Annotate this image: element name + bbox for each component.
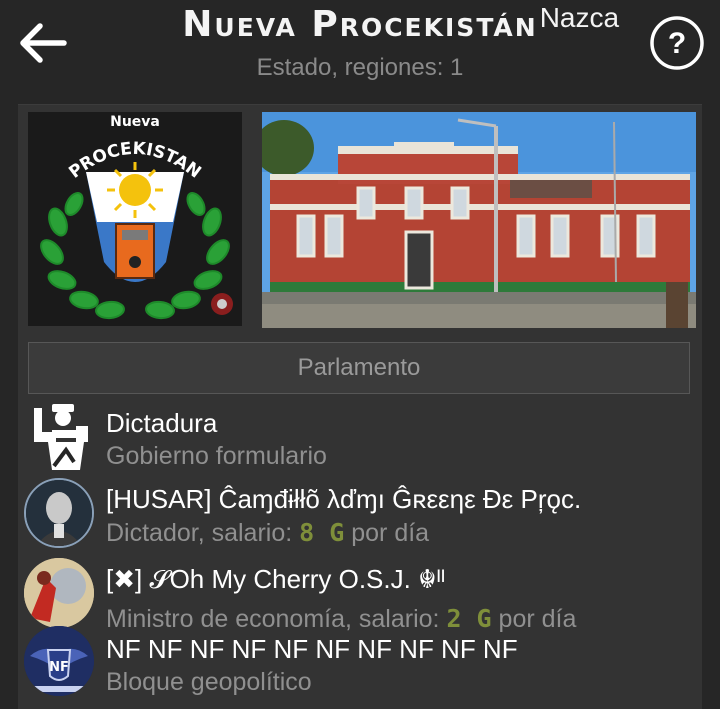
bloc-label: Bloque geopolítico [106,668,312,696]
guillotine-icon [115,223,155,279]
state-photo[interactable] [262,112,696,328]
government-type: Dictadura [106,408,218,438]
bloc-logo-text: NF [49,660,69,675]
help-button[interactable]: ? [648,14,706,72]
dictator-salary: 8 G [299,518,345,547]
dictator-podium-icon [30,402,92,472]
parliament-button[interactable]: Parlamento [28,342,690,394]
state-emblem[interactable]: Nueva PROCEKISTAN [28,112,242,326]
minister-salary: 2 G [446,604,492,633]
svg-text:?: ? [668,27,686,60]
question-circle-icon: ? [650,16,704,70]
minister-role: Ministro de economía, salario: 2 G por d… [106,604,577,633]
bloc-logo[interactable]: NF [24,626,94,696]
page-title: Nueva Procekistán Nazca [182,2,620,45]
small-badge-icon [211,293,233,315]
page-subtitle: Estado, regiones: 1 [256,54,464,81]
top-bar: Nueva Procekistán Nazca Estado, regiones:… [0,0,720,86]
dictator-avatar[interactable] [24,478,94,548]
dictator-name[interactable]: [HUSAR] Ĉaɱđɨłłõ λďɱı Ĝʀεεηε Đε Pŗǫc. [106,484,581,515]
minister-name[interactable]: [✖] 𝓢Oh My Cherry O.S.J. ☬ᴵᴵ [106,564,445,596]
bloc-name[interactable]: NF NF NF NF NF NF NF NF NF NF [106,634,518,665]
dictator-role: Dictador, salario: 8 G por día [106,518,430,547]
title-suffix: Nazca [539,2,620,33]
emblem-text-top: Nueva [110,114,160,130]
government-label: Gobierno formulario [106,442,327,470]
minister-avatar[interactable] [24,558,94,628]
